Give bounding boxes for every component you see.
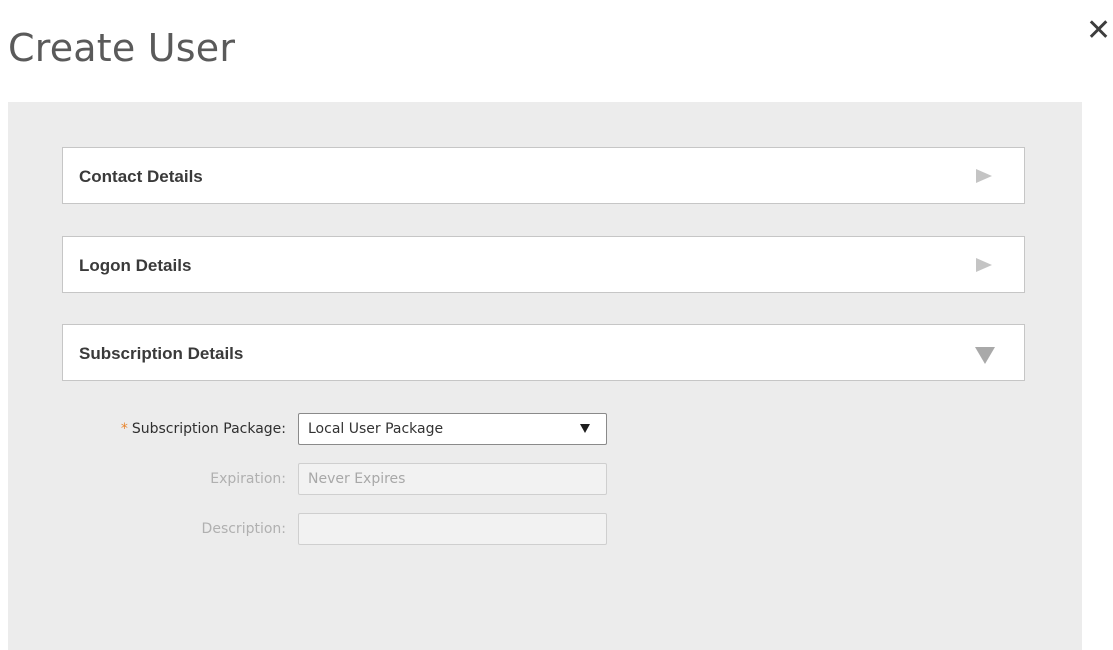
- caret-down-icon: [580, 424, 590, 433]
- chevron-right-icon: [976, 169, 992, 183]
- section-subscription-details-label: Subscription Details: [79, 344, 244, 363]
- close-icon[interactable]: ✕: [1086, 14, 1113, 48]
- description-field: [298, 513, 607, 545]
- subscription-package-select[interactable]: Local User Package: [298, 413, 607, 445]
- subscription-package-row: * Subscription Package: Local User Packag…: [8, 413, 708, 445]
- description-label: Description:: [201, 521, 286, 537]
- section-logon-details[interactable]: Logon Details: [62, 236, 1025, 293]
- section-subscription-details[interactable]: Subscription Details: [62, 324, 1025, 381]
- section-contact-details[interactable]: Contact Details: [62, 147, 1025, 204]
- description-row: Description:: [8, 513, 708, 545]
- subscription-package-label: * Subscription Package:: [121, 413, 286, 445]
- subscription-package-value: Local User Package: [308, 421, 444, 437]
- dialog-title: Create User: [8, 26, 236, 70]
- expiration-row: Expiration: Never Expires: [8, 463, 708, 495]
- section-contact-details-label: Contact Details: [79, 167, 203, 186]
- section-logon-details-label: Logon Details: [79, 256, 192, 275]
- chevron-right-icon: [976, 258, 992, 272]
- required-marker: *: [120, 421, 128, 437]
- expiration-label: Expiration:: [210, 471, 286, 487]
- subscription-package-label-text: Subscription Package:: [131, 421, 286, 437]
- dialog-body: Contact Details Logon Details Subscripti…: [8, 102, 1082, 650]
- chevron-down-icon: [975, 347, 995, 364]
- expiration-value: Never Expires: [308, 471, 406, 487]
- expiration-field: Never Expires: [298, 463, 607, 495]
- create-user-dialog: Create User ✕ Contact Details Logon Deta…: [0, 0, 1113, 650]
